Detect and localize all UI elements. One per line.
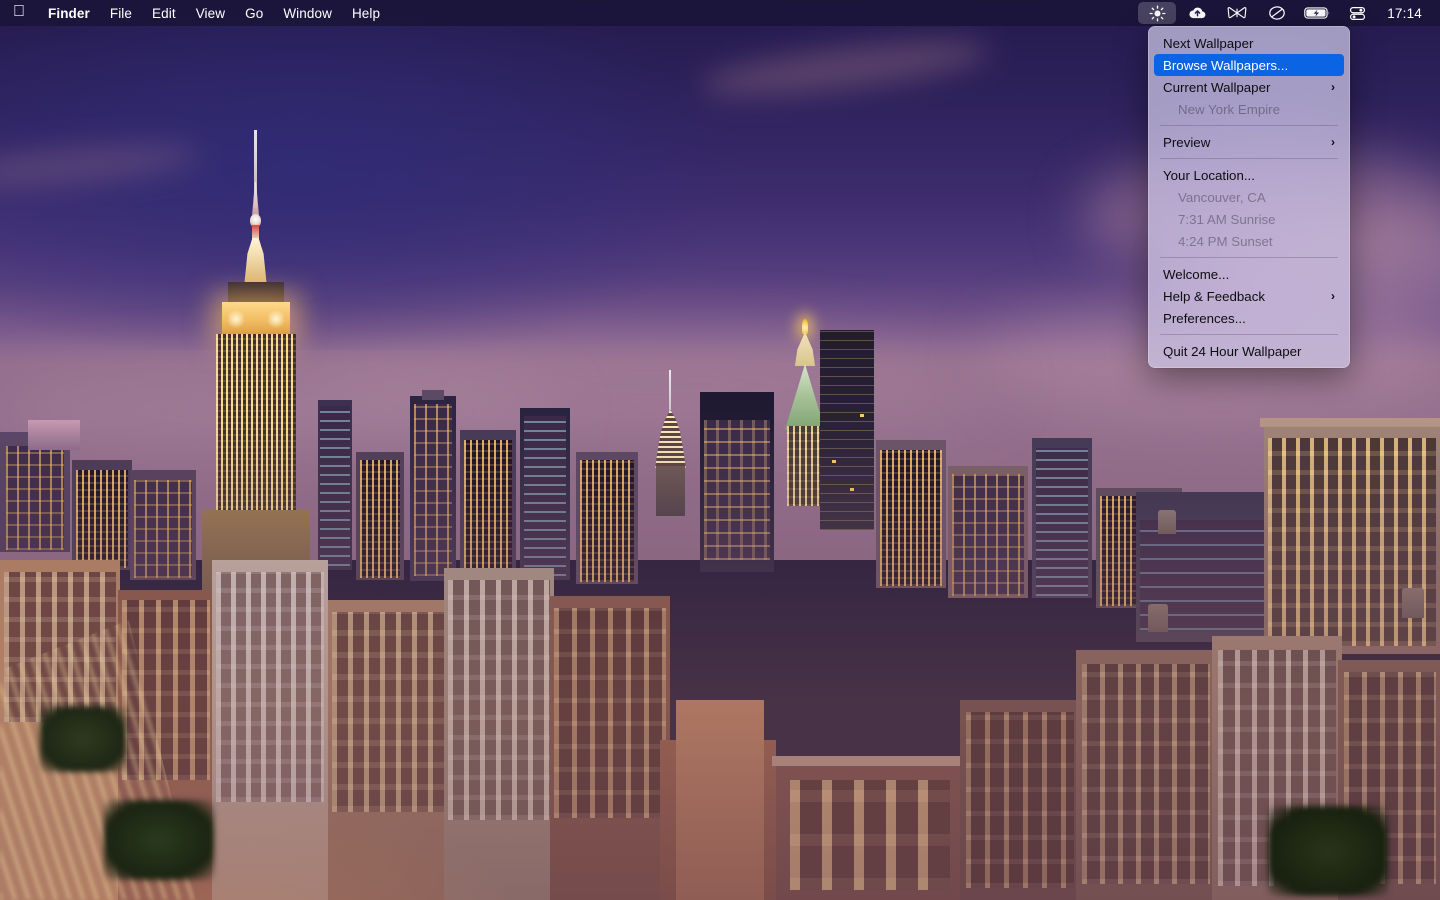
- menu-item-label: Welcome...: [1163, 266, 1230, 282]
- menu-item-label: Your Location...: [1163, 167, 1255, 183]
- menu-separator: [1160, 158, 1338, 159]
- menu-item-label: Current Wallpaper: [1163, 79, 1271, 95]
- menu-item-label: New York Empire: [1178, 101, 1280, 117]
- menu-item-label: Vancouver, CA: [1178, 189, 1266, 205]
- menu-item-label: 4:24 PM Sunset: [1178, 233, 1273, 249]
- menu-item-label: Next Wallpaper: [1163, 35, 1254, 51]
- menu-bar-item-view[interactable]: View: [186, 0, 235, 26]
- menu-separator: [1160, 334, 1338, 335]
- menu-bar-item-window[interactable]: Window: [273, 0, 342, 26]
- esb-observation-deck: [222, 302, 290, 336]
- building: [422, 390, 444, 400]
- esb-setback: [228, 282, 284, 304]
- metlife-cap: [794, 332, 816, 366]
- metlife-beacon: [802, 318, 808, 334]
- butterfly-icon[interactable]: [1218, 2, 1256, 24]
- menu-separator: [1160, 125, 1338, 126]
- menu-item-label: Quit 24 Hour Wallpaper: [1163, 343, 1302, 359]
- menu-item-help-and-feedback[interactable]: Help & Feedback ›: [1154, 285, 1344, 307]
- menu-item-label: Browse Wallpapers...: [1163, 57, 1289, 73]
- menu-bar-item-finder[interactable]: Finder: [38, 0, 100, 26]
- cloud-upload-icon[interactable]: [1178, 2, 1216, 24]
- chrysler-spire: [669, 370, 671, 414]
- menu-bar-clock[interactable]: 17:14: [1377, 0, 1430, 26]
- menu-item-location-city: Vancouver, CA: [1154, 186, 1344, 208]
- chevron-right-icon: ›: [1331, 80, 1335, 94]
- do-not-disturb-icon[interactable]: [1258, 2, 1296, 24]
- desktop[interactable]:  Finder File Edit View Go Window Help: [0, 0, 1440, 900]
- menu-item-welcome[interactable]: Welcome...: [1154, 263, 1344, 285]
- menu-item-label: 7:31 AM Sunrise: [1178, 211, 1276, 227]
- menu-item-browse-wallpapers[interactable]: Browse Wallpapers...: [1154, 54, 1344, 76]
- esb-crown-lit: [244, 238, 267, 284]
- chevron-right-icon: ›: [1331, 289, 1335, 303]
- wallpaper-status-menu[interactable]: Next Wallpaper Browse Wallpapers... Curr…: [1148, 26, 1350, 368]
- wallpaper-sky-blue-core: [0, 20, 1000, 350]
- menu-item-sunset-time: 4:24 PM Sunset: [1154, 230, 1344, 252]
- tree: [40, 706, 126, 772]
- menu-item-label: Preferences...: [1163, 310, 1246, 326]
- menu-bar-item-go[interactable]: Go: [235, 0, 273, 26]
- menu-item-current-wallpaper-name: New York Empire: [1154, 98, 1344, 120]
- menu-item-next-wallpaper[interactable]: Next Wallpaper: [1154, 32, 1344, 54]
- menu-item-label: Preview: [1163, 134, 1211, 150]
- lit-window: [860, 414, 864, 417]
- menu-item-your-location[interactable]: Your Location...: [1154, 164, 1344, 186]
- menu-bar[interactable]:  Finder File Edit View Go Window Help: [0, 0, 1440, 26]
- menu-bar-item-help[interactable]: Help: [342, 0, 390, 26]
- control-center-icon[interactable]: [1338, 2, 1376, 24]
- menu-item-preferences[interactable]: Preferences...: [1154, 307, 1344, 329]
- menu-bar-item-file[interactable]: File: [100, 0, 142, 26]
- menu-item-sunrise-time: 7:31 AM Sunrise: [1154, 208, 1344, 230]
- tree: [104, 800, 214, 880]
- tree: [1268, 806, 1388, 896]
- menu-item-quit[interactable]: Quit 24 Hour Wallpaper: [1154, 340, 1344, 362]
- menu-bar-item-edit[interactable]: Edit: [142, 0, 186, 26]
- chevron-right-icon: ›: [1331, 135, 1335, 149]
- brightness-sun-icon[interactable]: [1138, 2, 1177, 24]
- menu-separator: [1160, 257, 1338, 258]
- menu-item-current-wallpaper[interactable]: Current Wallpaper ›: [1154, 76, 1344, 98]
- menu-item-label: Help & Feedback: [1163, 288, 1265, 304]
- menu-bar-status-area[interactable]: 17:14: [1137, 0, 1440, 26]
- battery-charging-icon[interactable]: [1298, 2, 1336, 24]
- menu-item-preview[interactable]: Preview ›: [1154, 131, 1344, 153]
- apple-logo-icon[interactable]: : [0, 0, 38, 26]
